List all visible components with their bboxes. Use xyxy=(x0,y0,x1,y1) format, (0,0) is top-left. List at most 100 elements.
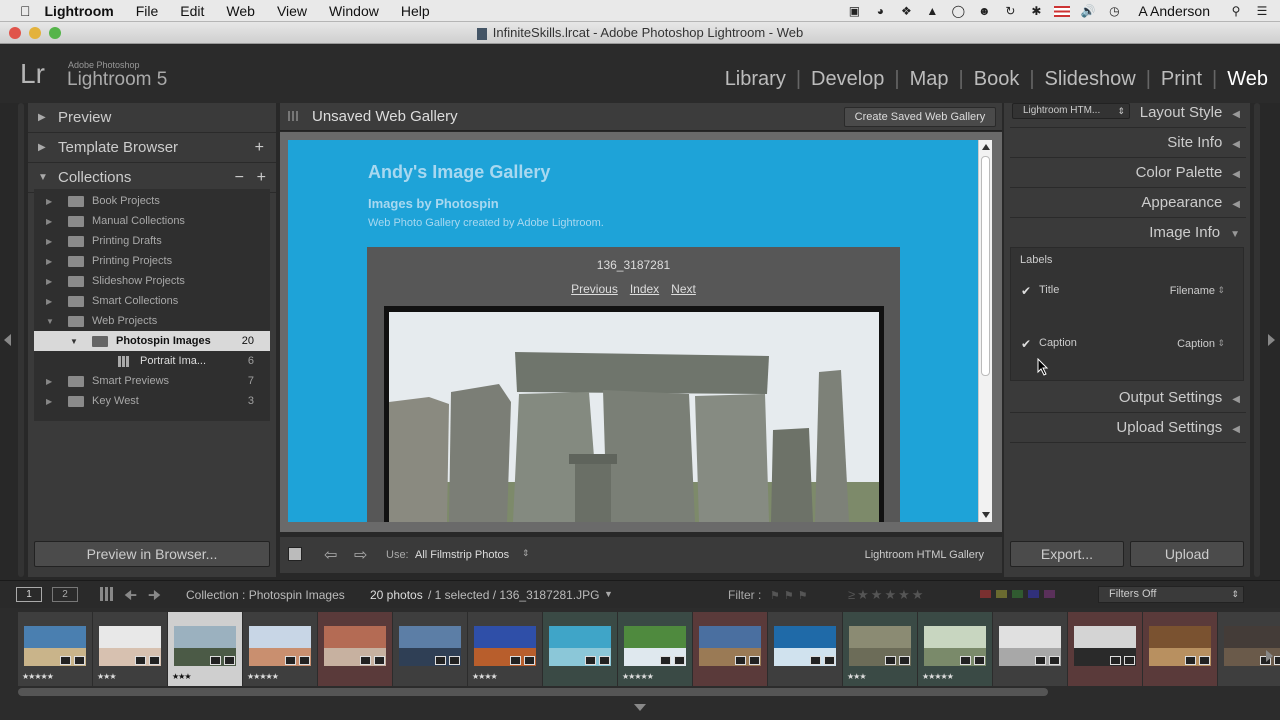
filmstrip-right-arrow-icon[interactable] xyxy=(1266,650,1273,662)
site-info-header[interactable]: Site Info ◀ xyxy=(1167,134,1240,151)
add-collection-icon[interactable]: + xyxy=(257,169,266,187)
menu-window[interactable]: Window xyxy=(329,3,379,19)
filmstrip-thumbnail[interactable]: ★★★ xyxy=(168,612,242,686)
close-icon[interactable] xyxy=(9,27,21,39)
layout-style-header[interactable]: Layout Style ◀ xyxy=(1140,104,1240,121)
collection-set-item[interactable]: ▶ Smart Collections xyxy=(34,291,270,311)
scroll-up-icon[interactable] xyxy=(982,144,990,150)
title-checkbox[interactable]: ✔ xyxy=(1021,284,1033,298)
stop-icon[interactable] xyxy=(288,547,302,561)
module-library[interactable]: Library xyxy=(725,68,786,91)
search-icon[interactable]: ⚲ xyxy=(1228,4,1244,18)
secondary-window-button[interactable]: 2 xyxy=(52,587,78,602)
collection-set-item[interactable]: ▶ Manual Collections xyxy=(34,211,270,231)
collection-photospin-images[interactable]: ▼ Photospin Images 20 xyxy=(34,331,270,351)
preview-in-browser-button[interactable]: Preview in Browser... xyxy=(34,541,270,567)
engine-select[interactable]: Lightroom HTM... ⇕ xyxy=(1012,103,1130,119)
title-value-select[interactable]: Filename xyxy=(1170,285,1215,297)
dropdown-icon[interactable]: ⇕ xyxy=(1217,338,1225,349)
zoom-icon[interactable] xyxy=(49,27,61,39)
preview-panel-header[interactable]: ▶ Preview xyxy=(28,103,276,133)
right-scrollbar[interactable] xyxy=(1254,103,1260,577)
filmstrip-thumbnail[interactable] xyxy=(1068,612,1142,686)
filmstrip-collapse-icon[interactable] xyxy=(634,704,646,711)
app-menu[interactable]: Lightroom xyxy=(45,3,114,19)
caption-value-select[interactable]: Caption xyxy=(1177,338,1215,350)
filmstrip-thumbnail[interactable]: ★★★ xyxy=(843,612,917,686)
collection-set-item[interactable]: ▶ Book Projects xyxy=(34,191,270,211)
volume-icon[interactable]: 🔊 xyxy=(1080,4,1096,18)
left-scrollbar[interactable] xyxy=(18,103,24,577)
dropdown-icon[interactable]: ⇕ xyxy=(522,548,530,559)
previous-link[interactable]: Previous xyxy=(571,282,618,296)
filter-preset-select[interactable]: Filters Off ⇕ xyxy=(1098,586,1244,603)
module-map[interactable]: Map xyxy=(910,68,949,91)
collection-portrait-images[interactable]: Portrait Ima... 6 xyxy=(34,351,270,371)
collection-set-item[interactable]: ▶ Printing Projects xyxy=(34,251,270,271)
clock-status-icon[interactable]: ◕ xyxy=(872,4,888,18)
color-palette-header[interactable]: Color Palette ◀ xyxy=(1136,164,1240,181)
selection-info[interactable]: / 1 selected / 136_3187281.JPG xyxy=(428,588,599,602)
menu-file[interactable]: File xyxy=(136,3,159,19)
clock-icon[interactable]: ◷ xyxy=(1106,4,1122,18)
menu-web[interactable]: Web xyxy=(226,3,255,19)
collection-set-item[interactable]: ▶ Printing Drafts xyxy=(34,231,270,251)
template-browser-header[interactable]: ▶ Template Browser + xyxy=(28,133,276,163)
filmstrip-thumbnail[interactable]: ★★★★★ xyxy=(243,612,317,686)
previous-photo-icon[interactable]: ⇦ xyxy=(324,545,337,565)
filmstrip-thumbnail[interactable]: ★★★ xyxy=(93,612,167,686)
menu-help[interactable]: Help xyxy=(401,3,430,19)
filmstrip-thumbnail[interactable] xyxy=(768,612,842,686)
export-button[interactable]: Export... xyxy=(1010,541,1124,567)
right-panel-toggle-icon[interactable] xyxy=(1268,334,1275,346)
filmstrip-thumbnail[interactable]: ★★★★★ xyxy=(18,612,92,686)
upload-settings-header[interactable]: Upload Settings ◀ xyxy=(1116,419,1240,436)
grid-view-icon[interactable] xyxy=(100,587,114,601)
filmstrip-thumbnail[interactable] xyxy=(543,612,617,686)
color-label-filter[interactable] xyxy=(980,590,1060,598)
image-info-header[interactable]: Image Info ▼ xyxy=(1149,224,1240,241)
screen-icon[interactable]: ▣ xyxy=(846,4,862,18)
create-saved-web-gallery-button[interactable]: Create Saved Web Gallery xyxy=(844,107,996,127)
back-arrow-icon[interactable]: 🠈 xyxy=(124,585,137,609)
filmstrip-thumbnail[interactable]: ★★★★ xyxy=(468,612,542,686)
remove-collection-icon[interactable]: − xyxy=(235,169,244,187)
scroll-thumb[interactable] xyxy=(981,156,990,376)
add-template-icon[interactable]: + xyxy=(255,139,264,157)
source-label[interactable]: Collection : Photospin Images xyxy=(186,588,345,602)
left-panel-toggle-icon[interactable] xyxy=(4,334,11,346)
menu-edit[interactable]: Edit xyxy=(180,3,204,19)
module-slideshow[interactable]: Slideshow xyxy=(1045,68,1136,91)
filmstrip-thumbnail[interactable] xyxy=(1143,612,1217,686)
filmstrip-thumbnail[interactable]: ★★★★★ xyxy=(918,612,992,686)
filmstrip-thumbnail[interactable] xyxy=(1218,612,1280,686)
user-name[interactable]: A Anderson xyxy=(1138,3,1210,19)
scroll-down-icon[interactable] xyxy=(982,512,990,518)
collection-set-item[interactable]: ▼ Web Projects xyxy=(34,311,270,331)
dropdown-icon[interactable]: ▼ xyxy=(604,589,613,599)
output-settings-header[interactable]: Output Settings ◀ xyxy=(1119,389,1240,406)
dropdown-icon[interactable]: ⇕ xyxy=(1217,285,1225,296)
next-photo-icon[interactable]: ⇨ xyxy=(354,545,367,565)
filmstrip-thumbnail[interactable] xyxy=(393,612,467,686)
caption-checkbox[interactable]: ✔ xyxy=(1021,337,1033,351)
rating-filter[interactable]: ≥★★★★★ xyxy=(848,587,925,603)
primary-window-button[interactable]: 1 xyxy=(16,587,42,602)
collection-set-item[interactable]: ▶ Key West 3 xyxy=(34,391,270,411)
dropbox-icon[interactable]: ❖ xyxy=(898,4,914,18)
preview-scrollbar[interactable] xyxy=(978,140,992,522)
module-book[interactable]: Book xyxy=(974,68,1020,91)
bluetooth-icon[interactable]: ✱ xyxy=(1028,4,1044,18)
menu-view[interactable]: View xyxy=(277,3,307,19)
index-link[interactable]: Index xyxy=(630,282,659,296)
collection-set-item[interactable]: ▶ Smart Previews 7 xyxy=(34,371,270,391)
module-web[interactable]: Web xyxy=(1227,68,1268,91)
forward-arrow-icon[interactable]: 🠊 xyxy=(148,585,161,609)
accessibility-icon[interactable]: ☻ xyxy=(976,4,992,18)
module-develop[interactable]: Develop xyxy=(811,68,884,91)
filmstrip-scrollbar[interactable] xyxy=(18,688,1048,696)
filmstrip-thumbnail[interactable] xyxy=(318,612,392,686)
apple-icon[interactable]:  xyxy=(20,3,31,19)
module-print[interactable]: Print xyxy=(1161,68,1202,91)
flag-filter-icons[interactable]: ⚑⚑⚑ xyxy=(770,589,812,602)
